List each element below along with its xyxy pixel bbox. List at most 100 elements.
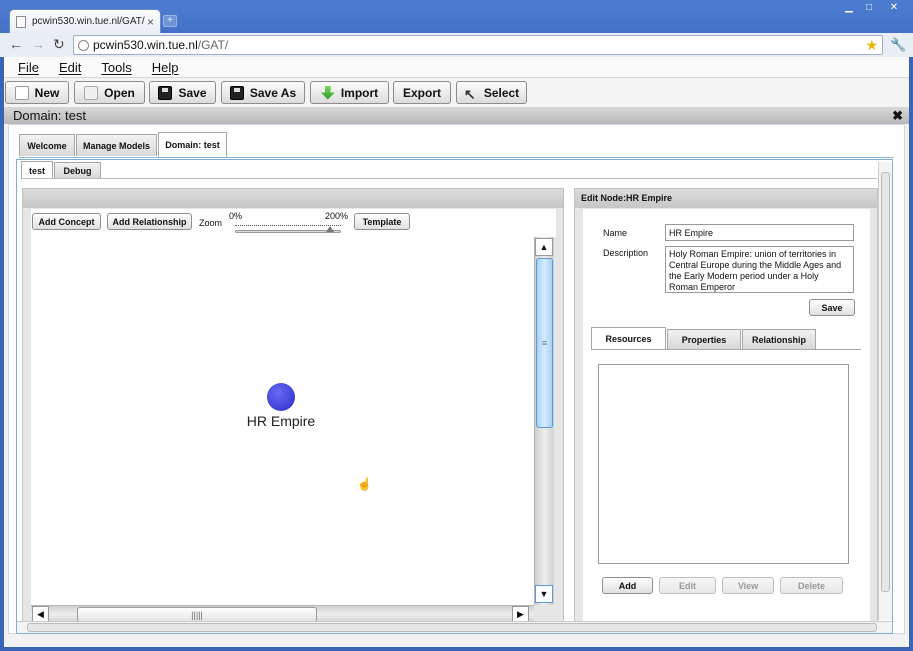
domain-vertical-scroll-thumb[interactable]: [881, 172, 890, 592]
browser-tab-title: pcwin530.win.tue.nl/GAT/: [32, 16, 145, 27]
browser-chrome: pcwin530.win.tue.nl/GAT/ × + ▁ □ ✕ ← → ↻…: [0, 0, 913, 57]
edit-node-header: Edit Node:HR Empire: [575, 189, 877, 208]
tab-properties[interactable]: Properties: [667, 329, 741, 349]
new-button[interactable]: New: [5, 81, 69, 104]
url-host: pcwin530.win.tue.nl: [93, 38, 198, 52]
zoom-min-label: 0%: [229, 211, 243, 221]
concept-node[interactable]: [267, 383, 295, 411]
close-tab-icon[interactable]: ×: [147, 15, 154, 29]
wrench-icon[interactable]: 🔧: [890, 37, 906, 53]
edit-node-panel: Edit Node:HR Empire Name HR Empire Descr…: [574, 188, 878, 623]
main-panel: Welcome Manage Models Domain: test test …: [8, 124, 905, 634]
globe-icon: [78, 39, 89, 51]
canvas-header: [23, 189, 563, 208]
zoom-max-label: 200%: [325, 211, 349, 221]
description-field[interactable]: Holy Roman Empire: union of territories …: [665, 246, 854, 293]
canvas-horizontal-scroll-thumb[interactable]: |||||: [77, 607, 317, 622]
add-resource-button[interactable]: Add: [602, 577, 653, 594]
maximize-icon[interactable]: □: [860, 2, 878, 14]
zoom-label: Zoom: [199, 218, 223, 228]
reload-icon[interactable]: ↻: [53, 36, 65, 53]
close-window-icon[interactable]: ✕: [885, 2, 903, 14]
forward-icon[interactable]: →: [31, 36, 45, 52]
close-domain-icon[interactable]: ✖: [892, 107, 903, 124]
save-as-disk-icon: [229, 85, 244, 100]
minimize-icon[interactable]: ▁: [840, 2, 858, 14]
menu-file[interactable]: File: [18, 60, 39, 75]
import-button[interactable]: Import: [310, 81, 389, 104]
cursor-arrow-icon: ↖: [463, 85, 476, 102]
canvas-vertical-scroll-thumb[interactable]: ≡: [536, 258, 553, 428]
edit-resource-button[interactable]: Edit: [659, 577, 716, 594]
tab-domain-test[interactable]: Domain: test: [158, 132, 227, 157]
sub-tab-divider: [21, 178, 877, 179]
domain-horizontal-scrollbar[interactable]: [17, 621, 892, 633]
tab-resources[interactable]: Resources: [591, 327, 666, 350]
new-button-label: New: [34, 85, 60, 100]
new-file-icon: [14, 85, 29, 100]
main-toolbar: New Open Save Save As Import Export ↖ Se…: [4, 77, 909, 107]
add-relationship-button[interactable]: Add Relationship: [107, 213, 192, 230]
edit-node-body: Name HR Empire Description Holy Roman Em…: [583, 209, 870, 623]
menu-edit[interactable]: Edit: [59, 60, 81, 75]
tab-divider: [19, 157, 894, 158]
page-icon: [16, 15, 26, 28]
save-disk-icon: [158, 85, 173, 100]
zoom-slider[interactable]: [235, 230, 341, 233]
tab-welcome[interactable]: Welcome: [19, 134, 75, 156]
open-folder-icon: [84, 85, 99, 100]
open-button[interactable]: Open: [74, 81, 145, 104]
model-canvas[interactable]: HR Empire ☝: [31, 237, 534, 605]
tab-manage-models[interactable]: Manage Models: [76, 134, 157, 156]
domain-vertical-scrollbar[interactable]: [878, 162, 892, 620]
domain-panel: test Debug Add Concept Add Relationship …: [16, 159, 893, 634]
save-button-label: Save: [178, 85, 207, 100]
view-resource-button[interactable]: View: [722, 577, 774, 594]
export-button-label: Export: [402, 85, 441, 100]
edit-tab-divider: [591, 349, 861, 350]
name-field[interactable]: HR Empire: [665, 224, 854, 241]
concept-node-label[interactable]: HR Empire: [231, 413, 331, 429]
url-path: /GAT/: [197, 38, 229, 52]
tab-relationship[interactable]: Relationship: [742, 329, 816, 349]
canvas-panel: Add Concept Add Relationship Zoom 0% 200…: [22, 188, 564, 623]
new-tab-button[interactable]: +: [163, 15, 177, 27]
description-label: Description: [603, 248, 649, 258]
canvas-vertical-scrollbar[interactable]: ▲ ≡ ▼: [534, 237, 554, 605]
add-concept-button[interactable]: Add Concept: [32, 213, 101, 230]
scroll-down-icon[interactable]: ▼: [535, 585, 553, 603]
address-bar[interactable]: pcwin530.win.tue.nl /GAT/ ★: [73, 35, 883, 55]
select-button[interactable]: ↖ Select: [456, 81, 527, 104]
browser-tab[interactable]: pcwin530.win.tue.nl/GAT/ ×: [9, 9, 161, 33]
export-button[interactable]: Export: [393, 81, 451, 104]
canvas-toolbar: Add Concept Add Relationship Zoom 0% 200…: [31, 209, 556, 237]
main-tabs: Welcome Manage Models Domain: test: [19, 132, 228, 159]
delete-resource-button[interactable]: Delete: [780, 577, 843, 594]
domain-horizontal-scroll-thumb[interactable]: [27, 623, 877, 632]
template-button[interactable]: Template: [354, 213, 410, 230]
scroll-up-icon[interactable]: ▲: [535, 238, 553, 256]
menu-bar: File Edit Tools Help: [4, 57, 909, 77]
menu-tools[interactable]: Tools: [101, 60, 131, 75]
import-button-label: Import: [340, 85, 379, 100]
domain-title-bar: Domain: test ✖: [4, 107, 909, 124]
open-button-label: Open: [104, 85, 135, 100]
tab-debug[interactable]: Debug: [54, 162, 101, 178]
bookmark-star-icon[interactable]: ★: [865, 37, 878, 54]
select-button-label: Select: [483, 85, 520, 100]
name-label: Name: [603, 228, 628, 238]
import-arrow-icon: [320, 85, 335, 100]
browser-toolbar: ← → ↻ pcwin530.win.tue.nl /GAT/ ★ 🔧: [0, 33, 913, 57]
domain-title: Domain: test: [13, 108, 86, 123]
save-as-button-label: Save As: [249, 85, 297, 100]
app-window: File Edit Tools Help New Open Save Save …: [0, 57, 913, 651]
save-button[interactable]: Save: [149, 81, 216, 104]
zoom-slider-thumb[interactable]: [326, 226, 335, 232]
save-node-button[interactable]: Save: [809, 299, 855, 316]
back-icon[interactable]: ←: [9, 36, 23, 52]
menu-help[interactable]: Help: [152, 60, 179, 75]
save-as-button[interactable]: Save As: [221, 81, 305, 104]
tab-test[interactable]: test: [21, 161, 53, 179]
hand-cursor-icon: ☝: [357, 477, 372, 491]
resource-list[interactable]: [598, 364, 849, 564]
